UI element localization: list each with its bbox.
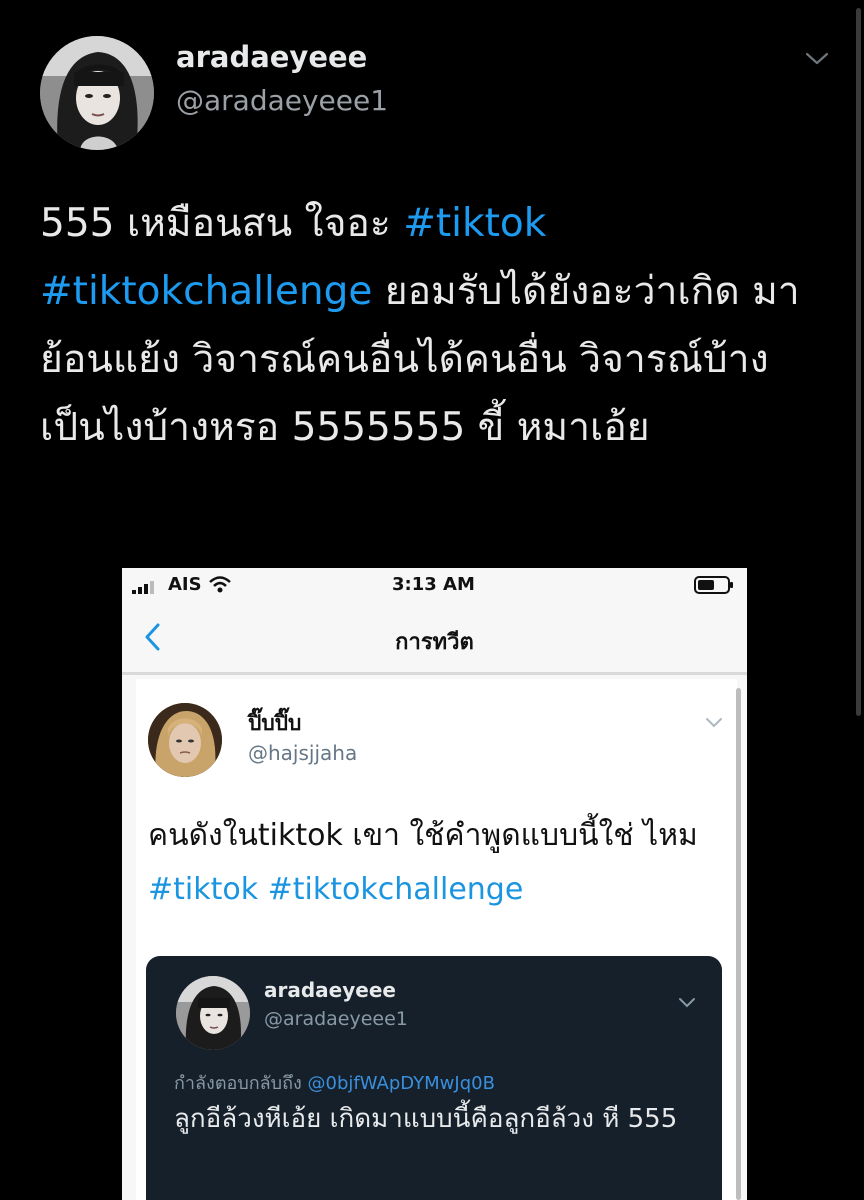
tweet-text: 555 เหมือนสน ใจอะ #tiktok #tiktokchalleng… xyxy=(40,190,830,462)
status-time: 3:13 AM xyxy=(392,574,475,595)
tweet-text: คนดังในtiktok เขา ใช้คำพูดแบบนี้ใช่ ไหม … xyxy=(148,809,738,917)
chevron-down-icon[interactable] xyxy=(678,996,696,1008)
battery-icon xyxy=(694,576,733,594)
screenshot-scrollbar xyxy=(736,688,741,1200)
reply-label: กำลังตอบกลับถึง xyxy=(174,1073,308,1094)
signal-icon xyxy=(132,581,154,594)
avatar-photo xyxy=(176,976,250,1050)
reply-context: กำลังตอบกลับถึง @0bjfWApDYMwJq0B xyxy=(174,1068,495,1097)
tweet-card[interactable]: ปิ๊บปิ๊บ @hajsjjaha คนดังในtiktok เขา ใช… xyxy=(136,679,737,1200)
avatar[interactable] xyxy=(148,703,222,777)
wifi-icon xyxy=(209,576,231,593)
display-name[interactable]: aradaeyeee xyxy=(176,40,367,74)
user-handle[interactable]: @aradaeyeee1 xyxy=(176,84,388,117)
user-handle[interactable]: @hajsjjaha xyxy=(248,741,357,765)
tweet-text-part: คนดังในtiktok เขา ใช้คำพูดแบบนี้ใช่ ไหม xyxy=(148,818,698,853)
chevron-down-icon[interactable] xyxy=(704,715,724,729)
page-title: การทวีต xyxy=(395,630,474,655)
display-name[interactable]: ปิ๊บปิ๊บ xyxy=(248,707,301,740)
carrier-label: AIS xyxy=(168,574,202,595)
avatar[interactable] xyxy=(176,976,250,1050)
user-handle[interactable]: @aradaeyeee1 xyxy=(264,1008,408,1030)
divider xyxy=(122,672,747,675)
hashtag-link[interactable]: #tiktokchallenge xyxy=(40,269,372,314)
nav-bar: การทวีต xyxy=(122,602,747,672)
mention-link[interactable]: @0bjfWApDYMwJq0B xyxy=(308,1073,495,1094)
chevron-down-icon[interactable] xyxy=(804,48,830,68)
avatar-photo xyxy=(40,36,154,150)
quoted-tweet[interactable]: aradaeyeee @aradaeyeee1 กำลังตอบกลับถึง … xyxy=(146,956,722,1200)
hashtag-link[interactable]: #tiktok xyxy=(403,201,546,246)
embedded-screenshot[interactable]: AIS 3:13 AM การทวีต ปิ๊บปิ๊บ @hajsjjaha … xyxy=(122,568,747,1200)
avatar-photo xyxy=(148,703,222,777)
display-name[interactable]: aradaeyeee xyxy=(264,978,396,1002)
hashtag-link[interactable]: #tiktokchallenge xyxy=(268,872,524,907)
quoted-tweet-text: ลูกอีล้วงหีเอ้ย เกิดมาแบบนี้คือลูกอีล้วง… xyxy=(174,1104,678,1134)
page-scrollbar[interactable] xyxy=(856,8,861,716)
tweet-text-part: 555 เหมือนสน ใจอะ xyxy=(40,201,404,246)
hashtag-link[interactable]: #tiktok xyxy=(148,872,258,907)
status-bar: AIS 3:13 AM xyxy=(122,568,747,602)
avatar[interactable] xyxy=(40,36,154,150)
